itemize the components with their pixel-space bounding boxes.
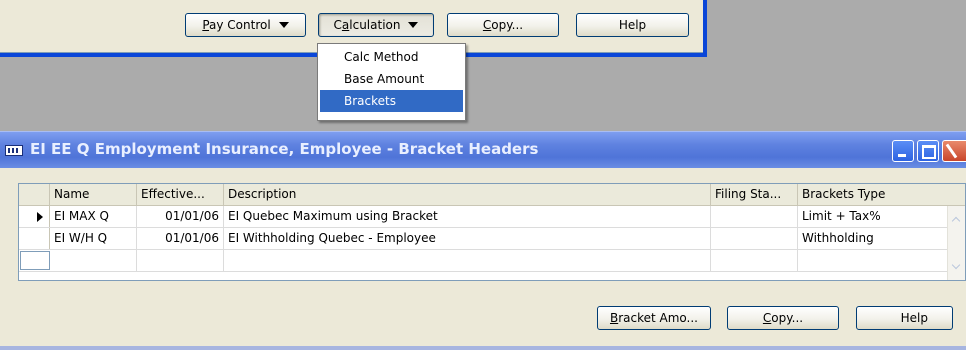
pay-control-label: Pay Control: [202, 18, 270, 32]
cell-effective-empty[interactable]: [137, 250, 224, 271]
cell-filing-status[interactable]: [711, 206, 798, 227]
calculation-dropdown-menu: Calc Method Base Amount Brackets: [317, 43, 466, 121]
window-client-area: Name Effective... Description Filing Sta…: [0, 168, 966, 350]
menu-item-base-amount[interactable]: Base Amount: [320, 68, 463, 90]
cell-brackets-type-empty[interactable]: [798, 250, 948, 271]
cell-effective[interactable]: 01/01/06: [137, 228, 224, 249]
new-table-row[interactable]: [19, 250, 965, 272]
dropdown-arrow-icon: [408, 22, 419, 28]
pay-control-button[interactable]: Pay Control: [185, 13, 306, 37]
menu-item-calc-method[interactable]: Calc Method: [320, 46, 463, 68]
cell-filing-status-empty[interactable]: [711, 250, 798, 271]
help-button-bottom[interactable]: Help: [856, 306, 953, 330]
table-row[interactable]: EI MAX Q 01/01/06 EI Quebec Maximum usin…: [19, 206, 965, 228]
dropdown-arrow-icon: [278, 22, 289, 28]
pay-control-text: ay Control: [209, 18, 271, 32]
copy-text-bottom: opy...: [771, 311, 804, 325]
cell-brackets-type[interactable]: Withholding: [798, 228, 948, 249]
bracket-headers-window: EI EE Q Employment Insurance, Employee -…: [0, 131, 966, 350]
cell-description-empty[interactable]: [224, 250, 711, 271]
copy-button-top[interactable]: Copy...: [447, 13, 559, 37]
help-label-top: Help: [618, 18, 647, 32]
cell-filing-status[interactable]: [711, 228, 798, 249]
copy-label-bottom: Copy...: [763, 311, 803, 325]
bracket-amounts-text: racket Amo...: [618, 311, 698, 325]
table-row[interactable]: EI W/H Q 01/01/06 EI Withholding Quebec …: [19, 228, 965, 250]
vertical-scrollbar[interactable]: [947, 206, 965, 280]
pay-control-mnemonic: P: [202, 18, 210, 32]
form-icon: [5, 145, 23, 156]
current-row-indicator-icon[interactable]: [19, 206, 50, 227]
cell-effective[interactable]: 01/01/06: [137, 206, 224, 227]
maximize-icon[interactable]: [917, 140, 939, 162]
grid-header: Name Effective... Description Filing Sta…: [19, 184, 965, 206]
minimize-icon[interactable]: [892, 140, 914, 162]
bracket-amounts-label: Bracket Amo...: [610, 311, 698, 325]
menu-item-brackets[interactable]: Brackets: [320, 90, 463, 112]
window-title: EI EE Q Employment Insurance, Employee -…: [30, 140, 539, 158]
window-titlebar[interactable]: EI EE Q Employment Insurance, Employee -…: [0, 131, 966, 168]
window-bottom-border: [0, 346, 966, 350]
column-header-filing-status[interactable]: Filing Sta...: [711, 184, 798, 205]
column-header-brackets-type[interactable]: Brackets Type: [798, 184, 948, 205]
copy-label-top: Copy...: [483, 18, 523, 32]
copy-button-bottom[interactable]: Copy...: [727, 306, 839, 330]
scroll-down-icon[interactable]: [951, 262, 963, 274]
calculation-text: lculation: [349, 18, 401, 32]
column-header-name[interactable]: Name: [50, 184, 137, 205]
close-icon[interactable]: [942, 140, 966, 162]
cell-name[interactable]: EI MAX Q: [50, 206, 137, 227]
calculation-prefix: C: [333, 18, 342, 32]
scroll-up-icon[interactable]: [951, 214, 963, 226]
header-selector: [19, 184, 50, 205]
help-button-top[interactable]: Help: [576, 13, 689, 37]
bracket-amounts-button[interactable]: Bracket Amo...: [597, 306, 711, 330]
column-header-description[interactable]: Description: [224, 184, 711, 205]
calculation-button[interactable]: Calculation: [318, 13, 434, 37]
cell-brackets-type[interactable]: Limit + Tax%: [798, 206, 948, 227]
column-header-effective[interactable]: Effective...: [137, 184, 224, 205]
copy-text-top: opy...: [491, 18, 524, 32]
cell-name[interactable]: EI W/H Q: [50, 228, 137, 249]
bracket-headers-grid[interactable]: Name Effective... Description Filing Sta…: [18, 183, 966, 281]
row-selector[interactable]: [19, 228, 50, 249]
calculation-label: Calculation: [334, 18, 401, 32]
bracket-amounts-mnemonic: B: [609, 311, 619, 325]
new-row-selector[interactable]: [20, 251, 50, 270]
help-label-bottom: Help: [900, 311, 928, 325]
cell-description[interactable]: EI Quebec Maximum using Bracket: [224, 206, 711, 227]
cell-name-empty[interactable]: [50, 250, 137, 271]
cell-description[interactable]: EI Withholding Quebec - Employee: [224, 228, 711, 249]
